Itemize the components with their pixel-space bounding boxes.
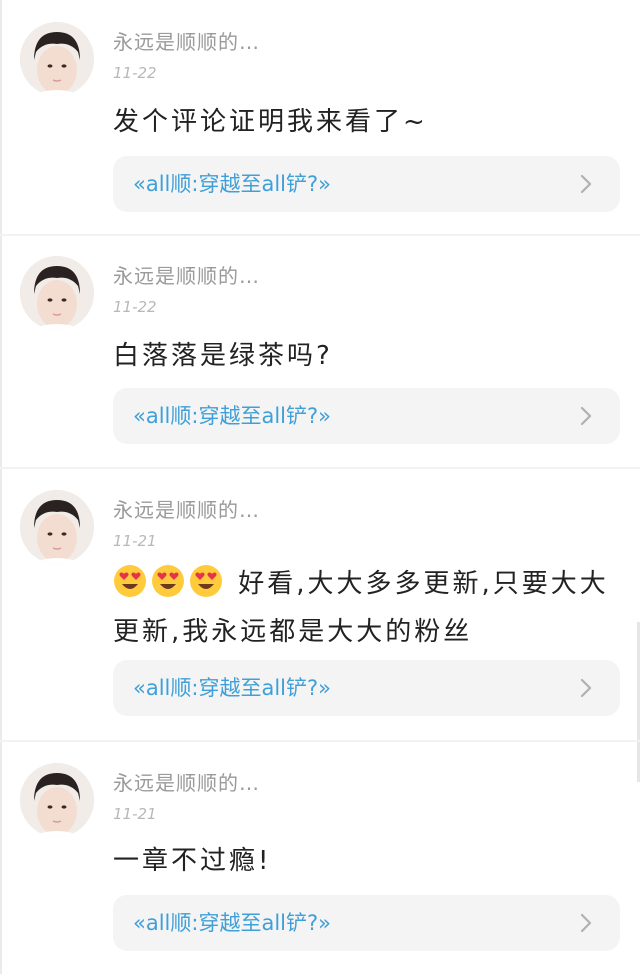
username[interactable]: 永远是顺顺的… — [113, 26, 260, 55]
book-link-card[interactable]: «all顺:穿越至all铲?» — [113, 388, 620, 444]
heart-eyes-emoji-icon — [190, 565, 222, 597]
chevron-right-icon — [580, 406, 592, 426]
comment-date: 11-21 — [113, 532, 157, 550]
comment-text: 发个评论证明我来看了~ — [113, 107, 428, 137]
avatar[interactable] — [20, 763, 94, 837]
avatar[interactable] — [20, 490, 94, 564]
heart-eyes-emoji-icon — [114, 565, 146, 597]
book-link-card[interactable]: «all顺:穿越至all铲?» — [113, 660, 620, 716]
chevron-right-icon — [580, 913, 592, 933]
username[interactable]: 永远是顺顺的… — [113, 767, 260, 796]
avatar[interactable] — [20, 22, 94, 96]
divider — [0, 740, 640, 742]
book-link-card[interactable]: «all顺:穿越至all铲?» — [113, 895, 620, 951]
divider — [0, 467, 640, 469]
comment-item: 永远是顺顺的… 11-21 好看,大大多多更新,只要大大更新,我永远都是大大的粉… — [0, 490, 640, 740]
comment-date: 11-22 — [113, 298, 157, 316]
comment-feed: 永远是顺顺的… 11-22 发个评论证明我来看了~ «all顺:穿越至all铲?… — [0, 0, 640, 974]
divider — [0, 234, 640, 236]
book-title: «all顺:穿越至all铲?» — [133, 676, 331, 700]
comment-item: 永远是顺顺的… 11-22 白落落是绿茶吗? «all顺:穿越至all铲?» — [0, 256, 640, 466]
username[interactable]: 永远是顺顺的… — [113, 260, 260, 289]
avatar[interactable] — [20, 256, 94, 330]
username[interactable]: 永远是顺顺的… — [113, 494, 260, 523]
comment-text-block: 好看,大大多多更新,只要大大更新,我永远都是大大的粉丝 — [113, 560, 613, 656]
chevron-right-icon — [580, 678, 592, 698]
book-link-card[interactable]: «all顺:穿越至all铲?» — [113, 156, 620, 212]
comment-text: 一章不过瘾! — [113, 846, 272, 876]
emoji-group — [113, 565, 238, 599]
book-title: «all顺:穿越至all铲?» — [133, 404, 331, 428]
comment-item: 永远是顺顺的… 11-21 一章不过瘾! «all顺:穿越至all铲?» — [0, 763, 640, 963]
comment-text: 白落落是绿茶吗? — [113, 341, 333, 371]
book-title: «all顺:穿越至all铲?» — [133, 911, 331, 935]
comment-date: 11-21 — [113, 805, 157, 823]
comment-date: 11-22 — [113, 64, 157, 82]
heart-eyes-emoji-icon — [152, 565, 184, 597]
comment-item: 永远是顺顺的… 11-22 发个评论证明我来看了~ «all顺:穿越至all铲?… — [0, 22, 640, 234]
book-title: «all顺:穿越至all铲?» — [133, 172, 331, 196]
chevron-right-icon — [580, 174, 592, 194]
